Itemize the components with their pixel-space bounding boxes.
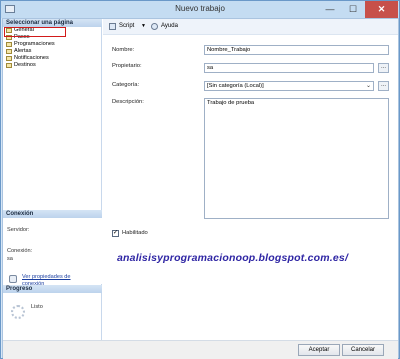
owner-browse-button[interactable]: ... (378, 63, 389, 73)
progress-area: Listo (3, 293, 102, 340)
category-label: Categoría: (112, 82, 140, 88)
title-bar: Nuevo trabajo — ☐ ✕ (1, 1, 399, 18)
help-button[interactable]: Ayuda (161, 23, 178, 29)
left-pane: Seleccionar una página General Pasos Pro… (3, 19, 102, 340)
new-job-window: Nuevo trabajo — ☐ ✕ Seleccionar una pági… (0, 0, 400, 359)
description-label: Descripción: (112, 99, 144, 105)
help-icon (151, 23, 158, 30)
script-button[interactable]: Script (119, 23, 134, 29)
sidebar-item-label: Notificaciones (14, 55, 49, 61)
sidebar-item-notifications[interactable]: Notificaciones (3, 55, 102, 62)
ok-button[interactable]: Aceptar (298, 344, 340, 356)
description-field[interactable]: Trabajo de prueba (204, 98, 389, 219)
category-value: [Sin categoría (Local)] (207, 83, 264, 89)
script-dropdown-icon[interactable]: ▼ (141, 23, 146, 29)
sidebar-item-alerts[interactable]: Alertas (3, 48, 102, 55)
sidebar-item-label: Destinos (14, 62, 36, 68)
progress-status: Listo (31, 304, 43, 310)
connection-properties-icon (9, 275, 17, 283)
owner-field[interactable]: sa (204, 63, 374, 73)
connection-value: sa (7, 256, 13, 262)
select-page-header: Seleccionar una página (3, 19, 102, 27)
script-icon (109, 23, 116, 30)
maximize-button[interactable]: ☐ (342, 1, 364, 18)
server-label: Servidor: (7, 227, 30, 233)
connection-label: Conexión: (7, 248, 33, 254)
right-pane: Script ▼ Ayuda Nombre: Nombre_Trabajo Pr… (103, 19, 398, 340)
connection-area: Servidor: Conexión: sa Ver propiedades d… (3, 218, 102, 287)
name-field[interactable]: Nombre_Trabajo (204, 45, 389, 55)
page-icon (6, 63, 12, 68)
sidebar-item-label: Alertas (14, 48, 32, 54)
progress-header: Progreso (3, 285, 102, 293)
page-icon (6, 49, 12, 54)
progress-spinner-icon (11, 305, 25, 319)
toolbar: Script ▼ Ayuda (103, 19, 398, 35)
chevron-down-icon: ⌄ (365, 83, 371, 89)
enabled-checkbox[interactable]: ✓ (112, 230, 119, 237)
selection-highlight (4, 27, 66, 37)
owner-label: Propietario: (112, 63, 142, 69)
sidebar-item-label: Programaciones (14, 41, 55, 47)
sidebar-item-schedules[interactable]: Programaciones (3, 41, 102, 48)
connection-header: Conexión (3, 210, 102, 218)
page-icon (6, 56, 12, 61)
sidebar-item-targets[interactable]: Destinos (3, 62, 102, 69)
category-select[interactable]: [Sin categoría (Local)] ⌄ (204, 81, 374, 91)
close-button[interactable]: ✕ (365, 1, 398, 18)
watermark-text: analisisyprogramacionoop.blogspot.com.es… (117, 252, 349, 264)
minimize-button[interactable]: — (319, 1, 341, 18)
name-label: Nombre: (112, 47, 135, 53)
category-browse-button[interactable]: ... (378, 81, 389, 91)
cancel-button[interactable]: Cancelar (342, 344, 384, 356)
page-icon (6, 42, 12, 47)
enabled-label: Habilitado (122, 230, 148, 236)
button-bar: Aceptar Cancelar (3, 340, 398, 359)
dialog-content: Seleccionar una página General Pasos Pro… (2, 18, 399, 359)
